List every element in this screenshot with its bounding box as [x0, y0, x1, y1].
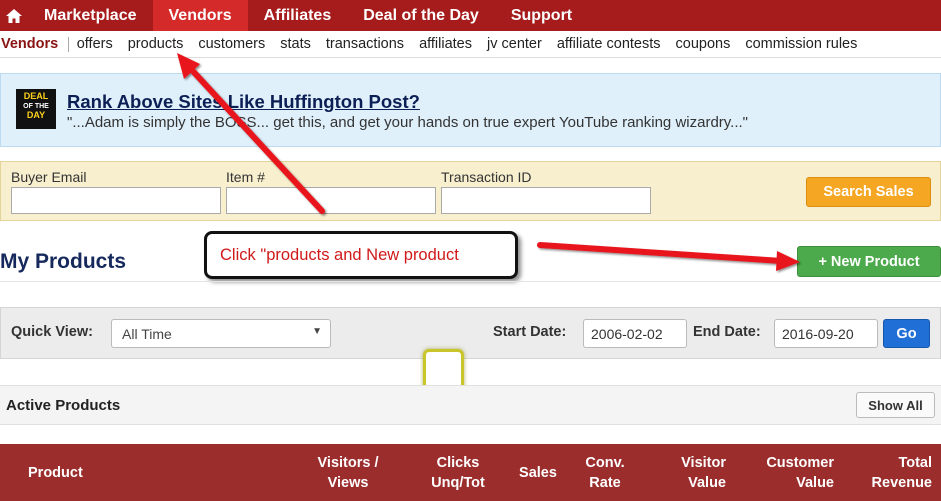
quick-view-selected: All Time	[122, 326, 172, 342]
nav-marketplace[interactable]: Marketplace	[28, 0, 153, 31]
active-products-title: Active Products	[6, 397, 121, 414]
col-customer-value-line2: Value	[796, 475, 834, 491]
col-clicks-line1: Clicks	[436, 455, 480, 471]
home-icon[interactable]	[0, 0, 28, 31]
col-sales[interactable]: Sales	[510, 463, 566, 483]
col-conv-rate[interactable]: Conv. Rate	[574, 453, 636, 493]
top-navigation: Marketplace Vendors Affiliates Deal of t…	[0, 0, 941, 31]
subnav-offers[interactable]: offers	[69, 36, 120, 52]
deal-banner: DEAL OF THE DAY Rank Above Sites Like Hu…	[0, 73, 941, 147]
go-button[interactable]: Go	[883, 319, 930, 348]
col-visitor-value[interactable]: Visitor Value	[650, 453, 726, 493]
search-sales-button[interactable]: Search Sales	[806, 177, 931, 207]
nav-support[interactable]: Support	[495, 0, 588, 31]
col-conv-line2: Rate	[589, 475, 621, 491]
quick-view-bar: Quick View: All Time ▼ Start Date: 2006-…	[0, 307, 941, 359]
subnav-affiliates[interactable]: affiliates	[412, 36, 480, 52]
nav-deal-of-the-day[interactable]: Deal of the Day	[347, 0, 495, 31]
quick-view-select[interactable]: All Time ▼	[111, 319, 331, 348]
col-visitor-value-line1: Visitor	[681, 455, 726, 471]
col-clicks[interactable]: Clicks Unq/Tot	[416, 453, 500, 493]
deal-of-the-day-logo: DEAL OF THE DAY	[16, 89, 56, 129]
vendor-subnav: Vendors offers products customers stats …	[0, 31, 941, 58]
col-clicks-line2: Unq/Tot	[431, 475, 485, 491]
col-customer-value-line1: Customer	[766, 455, 834, 471]
col-visitors-line2: Views	[327, 475, 369, 491]
col-product-label: Product	[28, 465, 83, 481]
subnav-stats[interactable]: stats	[273, 36, 319, 52]
item-number-input[interactable]	[226, 187, 436, 214]
item-number-label: Item #	[226, 169, 265, 185]
col-visitors-views[interactable]: Visitors / Views	[300, 453, 396, 493]
arrow-to-new-product	[537, 242, 800, 271]
col-visitor-value-line2: Value	[688, 475, 726, 491]
buyer-email-label: Buyer Email	[11, 169, 87, 185]
subnav-transactions[interactable]: transactions	[318, 36, 411, 52]
col-total-revenue[interactable]: Total Revenue	[850, 453, 932, 493]
new-product-button[interactable]: + New Product	[797, 246, 941, 277]
subnav-affiliate-contests[interactable]: affiliate contests	[549, 36, 668, 52]
start-date-input[interactable]: 2006-02-02	[583, 319, 687, 348]
transaction-id-input[interactable]	[441, 187, 651, 214]
active-products-bar: Active Products Show All	[0, 385, 941, 425]
subnav-products[interactable]: products	[120, 36, 191, 52]
subnav-customers[interactable]: customers	[191, 36, 273, 52]
show-all-button[interactable]: Show All	[856, 392, 935, 418]
banner-quote: "...Adam is simply the BOSS... get this,…	[67, 114, 748, 131]
quick-view-label: Quick View:	[11, 324, 93, 340]
subnav-coupons[interactable]: coupons	[668, 36, 738, 52]
col-total-revenue-line1: Total	[898, 455, 932, 471]
banner-title-link[interactable]: Rank Above Sites Like Huffington Post?	[67, 91, 420, 113]
col-conv-line1: Conv.	[585, 455, 625, 471]
logo-line-3: DAY	[26, 110, 46, 120]
logo-line-1: DEAL	[23, 91, 49, 101]
search-sales-panel: Buyer Email Item # Transaction ID Search…	[0, 161, 941, 221]
col-product[interactable]: Product	[28, 463, 83, 483]
col-visitors-line1: Visitors /	[317, 455, 379, 471]
nav-affiliates[interactable]: Affiliates	[248, 0, 348, 31]
end-date-label: End Date:	[693, 324, 761, 340]
subnav-commission-rules[interactable]: commission rules	[738, 36, 865, 52]
nav-vendors[interactable]: Vendors	[152, 0, 248, 31]
start-date-label: Start Date:	[493, 324, 567, 340]
subnav-jv-center[interactable]: jv center	[480, 36, 550, 52]
subnav-title: Vendors	[0, 36, 70, 52]
my-products-title: My Products	[0, 250, 127, 273]
transaction-id-label: Transaction ID	[441, 169, 532, 185]
end-date-input[interactable]: 2016-09-20	[774, 319, 878, 348]
section-divider	[0, 281, 941, 282]
products-table-header: Product Visitors / Views Clicks Unq/Tot …	[0, 444, 941, 501]
caret-down-icon: ▼	[312, 326, 322, 337]
col-customer-value[interactable]: Customer Value	[742, 453, 834, 493]
col-total-revenue-line2: Revenue	[871, 475, 932, 491]
annotation-callout: Click "products and New product	[204, 231, 518, 279]
col-sales-label: Sales	[519, 465, 557, 481]
buyer-email-input[interactable]	[11, 187, 221, 214]
